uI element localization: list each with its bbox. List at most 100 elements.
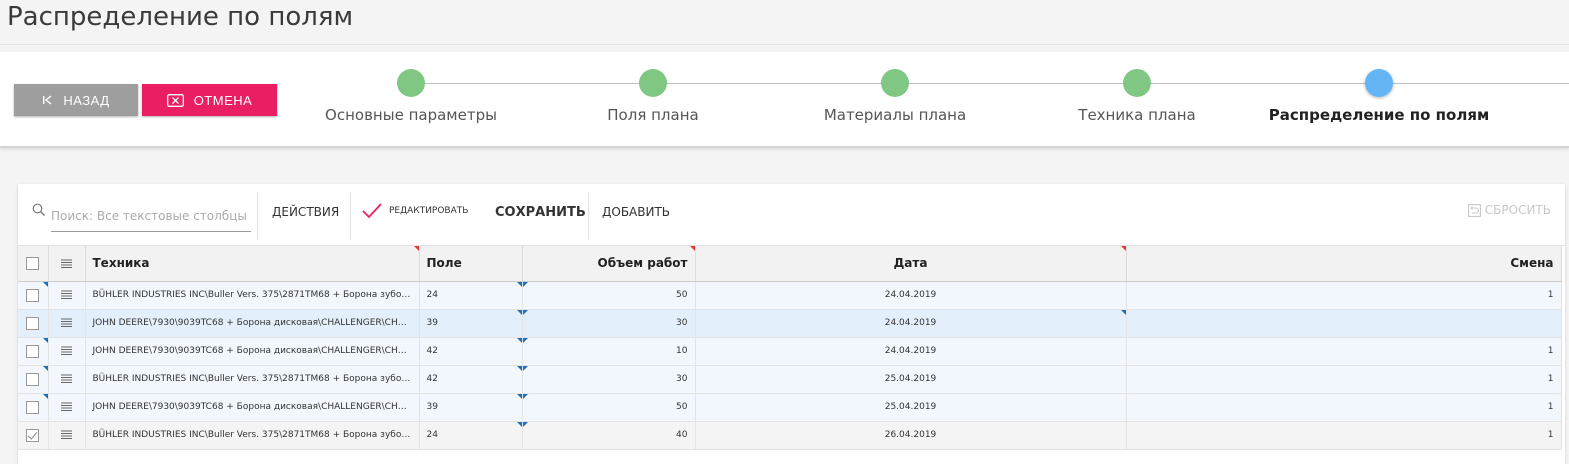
step-indicator <box>397 69 425 97</box>
field-cell[interactable]: 39 <box>419 309 523 338</box>
shift-cell[interactable] <box>1126 309 1562 338</box>
column-header-tech[interactable]: Техника <box>85 246 420 282</box>
column-header-volume[interactable]: Объем работ <box>522 246 696 282</box>
step-label: Распределение по полям <box>1268 106 1490 124</box>
required-marker <box>689 246 695 251</box>
select-all-cell <box>18 246 49 282</box>
column-header-shift[interactable]: Смена <box>1126 246 1562 282</box>
table-row[interactable]: JOHN DEERE\7930\9039TC68 + Борона дисков… <box>18 309 1562 338</box>
table-row[interactable]: BÜHLER INDUSTRIES INC\Buller Vers. 375\2… <box>18 365 1562 394</box>
step-label: Техника плана <box>1078 106 1196 124</box>
date-cell[interactable]: 26.04.2019 <box>695 421 1127 450</box>
step-plan-fields[interactable]: Поля плана <box>533 69 773 124</box>
row-select-cell <box>18 281 49 310</box>
row-menu-cell <box>48 365 86 394</box>
date-cell[interactable]: 25.04.2019 <box>695 393 1127 422</box>
date-cell[interactable]: 24.04.2019 <box>695 309 1127 338</box>
row-checkbox[interactable] <box>26 344 40 358</box>
edit-marker <box>522 337 528 343</box>
edit-marker <box>1120 309 1125 315</box>
volume-cell[interactable]: 50 <box>522 281 696 310</box>
shift-cell[interactable]: 1 <box>1126 337 1562 366</box>
row-checkbox[interactable] <box>26 288 40 302</box>
menu-icon[interactable] <box>61 290 72 299</box>
close-box-icon <box>166 93 184 107</box>
step-basic-params[interactable]: Основные параметры <box>291 69 531 124</box>
date-cell[interactable]: 24.04.2019 <box>695 281 1127 310</box>
actions-button[interactable]: ДЕЙСТВИЯ <box>272 205 339 219</box>
step-field-distribution[interactable]: Распределение по полям <box>1259 69 1499 124</box>
add-button[interactable]: ДОБАВИТЬ <box>602 205 670 219</box>
grid-toolbar: ДЕЙСТВИЯ РЕДАКТИРОВАТЬ СОХРАНИТЬ ДОБАВИТ… <box>18 184 1565 246</box>
field-cell[interactable]: 24 <box>419 421 523 450</box>
field-cell[interactable]: 42 <box>419 337 523 366</box>
edit-toggle[interactable]: РЕДАКТИРОВАТЬ <box>389 206 468 216</box>
select-all-checkbox[interactable] <box>26 257 40 271</box>
field-cell[interactable]: 42 <box>419 365 523 394</box>
row-checkbox[interactable] <box>26 372 40 386</box>
table-row[interactable]: BÜHLER INDUSTRIES INC\Buller Vers. 375\2… <box>18 421 1562 450</box>
menu-icon[interactable] <box>61 374 72 383</box>
row-checkbox[interactable] <box>26 428 40 442</box>
shift-cell[interactable]: 1 <box>1126 365 1562 394</box>
shift-cell[interactable]: 1 <box>1126 393 1562 422</box>
shift-cell[interactable]: 1 <box>1126 281 1562 310</box>
column-header-date[interactable]: Дата <box>695 246 1127 282</box>
row-select-cell <box>18 309 49 338</box>
menu-icon[interactable] <box>61 402 72 411</box>
search-input[interactable] <box>51 200 251 232</box>
date-cell[interactable]: 25.04.2019 <box>695 365 1127 394</box>
tech-cell[interactable]: JOHN DEERE\7930\9039TC68 + Борона дисков… <box>85 309 420 338</box>
menu-icon[interactable] <box>61 259 72 269</box>
tech-cell[interactable]: JOHN DEERE\7930\9039TC68 + Борона дисков… <box>85 393 420 422</box>
back-button[interactable]: НАЗАД <box>14 84 138 116</box>
distribution-table: Техника Поле Объем работ Дата Смена BÜHL… <box>18 246 1562 450</box>
edit-marker <box>516 365 521 371</box>
volume-cell[interactable]: 10 <box>522 337 696 366</box>
edit-marker <box>522 309 528 315</box>
row-select-cell <box>18 337 49 366</box>
field-cell[interactable]: 39 <box>419 393 523 422</box>
edit-marker <box>42 365 47 371</box>
step-indicator <box>1123 69 1151 97</box>
wizard-panel: НАЗАД ОТМЕНА Основные параметры Поля пла… <box>0 52 1569 148</box>
volume-cell[interactable]: 50 <box>522 393 696 422</box>
row-menu-cell <box>48 309 86 338</box>
tech-cell[interactable]: JOHN DEERE\7930\9039TC68 + Борона дисков… <box>85 337 420 366</box>
reset-label: СБРОСИТЬ <box>1484 203 1551 217</box>
row-menu-cell <box>48 281 86 310</box>
table-row[interactable]: JOHN DEERE\7930\9039TC68 + Борона дисков… <box>18 337 1562 366</box>
cancel-button[interactable]: ОТМЕНА <box>142 84 277 116</box>
column-header-field[interactable]: Поле <box>419 246 523 282</box>
save-button[interactable]: СОХРАНИТЬ <box>495 205 586 220</box>
row-select-cell <box>18 393 49 422</box>
toolbar-divider <box>257 192 258 240</box>
toolbar-divider <box>350 192 351 240</box>
table-row[interactable]: JOHN DEERE\7930\9039TC68 + Борона дисков… <box>18 393 1562 422</box>
tech-cell[interactable]: BÜHLER INDUSTRIES INC\Buller Vers. 375\2… <box>85 421 420 450</box>
menu-icon[interactable] <box>61 346 72 355</box>
step-plan-machinery[interactable]: Техника плана <box>1017 69 1257 124</box>
table-row[interactable]: BÜHLER INDUSTRIES INC\Buller Vers. 375\2… <box>18 281 1562 310</box>
menu-icon[interactable] <box>61 318 72 327</box>
field-cell[interactable]: 24 <box>419 281 523 310</box>
edit-marker <box>522 421 528 427</box>
volume-cell[interactable]: 40 <box>522 421 696 450</box>
step-label: Основные параметры <box>325 106 497 124</box>
volume-cell[interactable]: 30 <box>522 365 696 394</box>
step-indicator <box>639 69 667 97</box>
edit-marker <box>42 281 47 287</box>
table-header: Техника Поле Объем работ Дата Смена <box>18 246 1562 282</box>
menu-icon[interactable] <box>61 430 72 439</box>
volume-cell[interactable]: 30 <box>522 309 696 338</box>
row-checkbox[interactable] <box>26 316 40 330</box>
date-cell[interactable]: 24.04.2019 <box>695 337 1127 366</box>
row-checkbox[interactable] <box>26 400 40 414</box>
tech-cell[interactable]: BÜHLER INDUSTRIES INC\Buller Vers. 375\2… <box>85 365 420 394</box>
row-menu-cell <box>48 421 86 450</box>
shift-cell[interactable]: 1 <box>1126 421 1562 450</box>
tech-cell[interactable]: BÜHLER INDUSTRIES INC\Buller Vers. 375\2… <box>85 281 420 310</box>
edit-marker <box>522 365 528 371</box>
reset-button[interactable]: СБРОСИТЬ <box>1467 203 1551 217</box>
step-plan-materials[interactable]: Материалы плана <box>775 69 1015 124</box>
